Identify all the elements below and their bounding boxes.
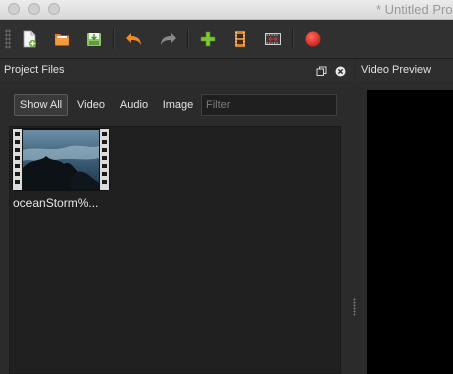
toolbar-separator bbox=[187, 29, 189, 49]
filter-audio-button[interactable]: Audio bbox=[115, 94, 153, 116]
new-file-icon bbox=[23, 30, 37, 48]
folder-open-icon bbox=[55, 34, 69, 46]
minimize-window-button[interactable] bbox=[28, 3, 40, 15]
close-window-button[interactable] bbox=[8, 3, 20, 15]
filter-input[interactable] bbox=[201, 94, 337, 116]
film-icon bbox=[235, 31, 245, 47]
new-project-button[interactable] bbox=[18, 28, 40, 50]
toolbar-separator bbox=[292, 29, 294, 49]
undo-icon bbox=[126, 33, 141, 45]
window-title: * Untitled Pro bbox=[376, 2, 453, 17]
undo-button[interactable] bbox=[123, 28, 145, 50]
project-files-header: Project Files bbox=[0, 59, 354, 81]
file-name-label: oceanStorm%... bbox=[13, 196, 99, 210]
filter-video-button[interactable]: Video bbox=[73, 94, 109, 116]
save-icon bbox=[87, 33, 101, 46]
zoom-window-button[interactable] bbox=[48, 3, 60, 15]
video-preview-header: Video Preview bbox=[356, 59, 453, 81]
save-project-button[interactable] bbox=[83, 28, 105, 50]
plus-icon bbox=[200, 31, 216, 47]
close-icon bbox=[335, 66, 346, 77]
video-preview-canvas bbox=[367, 90, 453, 374]
window-titlebar: * Untitled Pro bbox=[0, 0, 453, 20]
splitter-grip-icon bbox=[353, 298, 356, 316]
import-files-button[interactable] bbox=[197, 28, 219, 50]
redo-icon bbox=[161, 33, 176, 45]
redo-button[interactable] bbox=[157, 28, 179, 50]
undock-panel-button[interactable] bbox=[316, 64, 327, 76]
panel-splitter[interactable] bbox=[350, 81, 359, 374]
video-thumbnail-icon bbox=[12, 128, 110, 191]
open-project-button[interactable] bbox=[51, 28, 73, 50]
profile-button[interactable] bbox=[229, 28, 251, 50]
toolbar-separator bbox=[113, 29, 115, 49]
video-preview-title: Video Preview bbox=[361, 64, 432, 76]
fullscreen-icon bbox=[265, 33, 281, 45]
filter-image-button[interactable]: Image bbox=[158, 94, 198, 116]
fullscreen-button[interactable] bbox=[262, 28, 284, 50]
toolbar-grip[interactable] bbox=[5, 29, 11, 49]
project-files-title: Project Files bbox=[4, 64, 65, 76]
close-panel-button[interactable] bbox=[335, 64, 346, 77]
export-button[interactable] bbox=[302, 28, 324, 50]
record-icon bbox=[305, 31, 321, 47]
main-toolbar bbox=[0, 20, 453, 59]
filter-show-all-button[interactable]: Show All bbox=[14, 94, 68, 116]
float-panel-icon bbox=[316, 66, 327, 76]
file-thumbnail[interactable] bbox=[12, 128, 110, 191]
